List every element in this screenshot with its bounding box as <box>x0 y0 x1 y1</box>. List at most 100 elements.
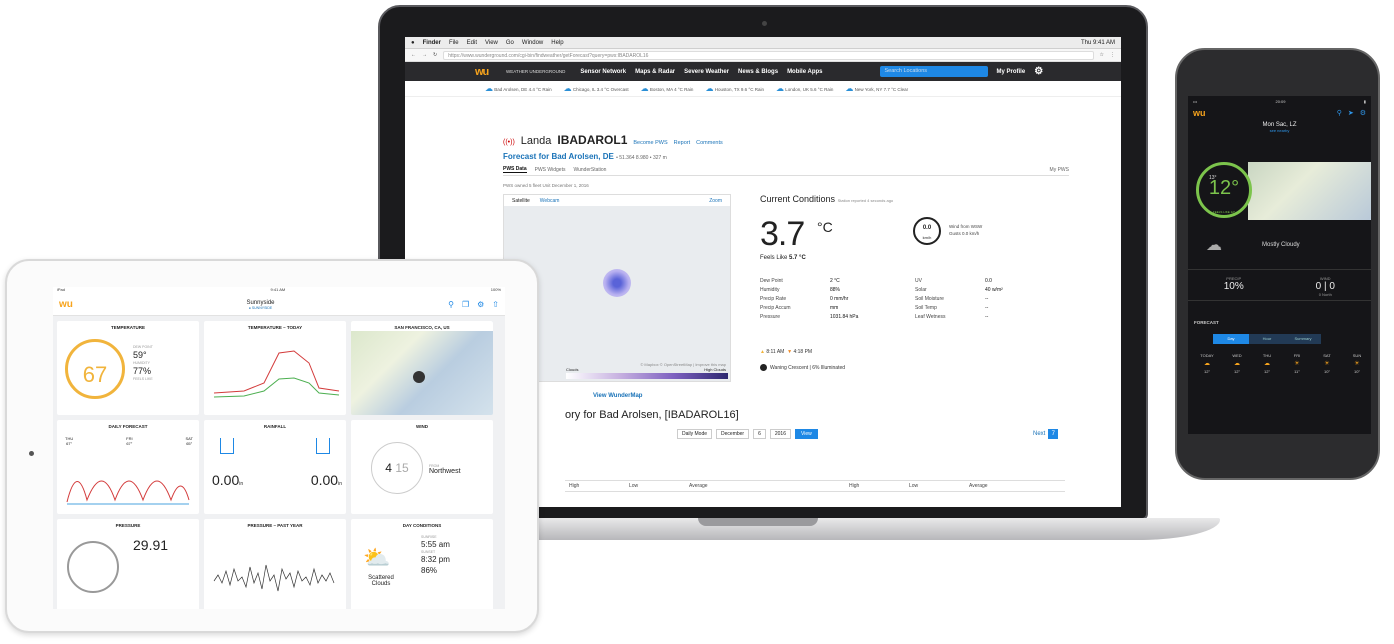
map-zoom-link[interactable]: Zoom <box>709 198 722 204</box>
station-marker[interactable] <box>603 269 631 297</box>
forecast-day[interactable]: SUN ☀ 10° <box>1342 352 1371 376</box>
tab-pws-data[interactable]: PWS Data <box>503 166 527 173</box>
phone-forecast-days: TODAY ☁ 12° WED ☁ 12° THU ☁ 12° FRI ☀ 11° SAT ☀ 10… <box>1192 352 1371 376</box>
forecast-day[interactable]: THU ☁ 12° <box>1252 352 1282 376</box>
next-link[interactable]: Next 7 <box>1033 429 1059 439</box>
city-item[interactable]: ☁ Bad Arolsen, DE 4.4 °C Rain <box>485 84 552 93</box>
menu-file[interactable]: File <box>449 40 459 46</box>
map-tab-webcam[interactable]: Webcam <box>540 198 560 204</box>
temperature-card[interactable]: TEMPERATURE 67 DEW POINT 59° HUMIDITY 77% … <box>57 321 199 415</box>
phone-map[interactable] <box>1248 162 1371 220</box>
report-age: Station reported 4 seconds ago <box>837 198 894 203</box>
city-item[interactable]: ☁ London, UK 5.6 °C Rain <box>776 84 833 93</box>
tab-day[interactable]: Day <box>1213 334 1249 344</box>
tablet-header: wu Sunnyside ● SUNNYSIDE ⚲ ❐ ⚙ ⇧ <box>53 294 505 316</box>
current-conditions-title: Current Conditions Station reported 4 se… <box>760 194 894 204</box>
location-arrow-icon[interactable]: ➤ <box>1348 109 1354 117</box>
pressure-card[interactable]: PRESSURE 29.91 <box>57 519 199 609</box>
pressure-year-card[interactable]: PRESSURE – PAST YEAR <box>204 519 346 609</box>
rainfall-card[interactable]: RAINFALL 0.00in 0.00in <box>204 420 346 514</box>
map-tab-satellite[interactable]: Satellite <box>512 198 530 204</box>
day-select[interactable]: 6 <box>753 429 766 439</box>
forecast-link[interactable]: Forecast for Bad Arolsen, DE • 51.364 8.… <box>503 152 667 161</box>
tab-summary[interactable]: Summary <box>1285 334 1321 344</box>
wu-navbar: wu WEATHER UNDERGROUND Sensor Network Ma… <box>405 62 1121 81</box>
phone-location-sub[interactable]: see nearby <box>1188 128 1371 133</box>
nav-mobile-apps[interactable]: Mobile Apps <box>787 69 822 75</box>
tab-my-pws[interactable]: My PWS <box>1050 167 1069 173</box>
forecast-day[interactable]: FRI ☀ 11° <box>1282 352 1312 376</box>
tab-pws-widgets[interactable]: PWS Widgets <box>535 167 566 173</box>
share-icon[interactable]: ⇧ <box>492 300 499 309</box>
wu-logo-icon[interactable]: wu <box>475 65 497 78</box>
gear-icon[interactable]: ⚙ <box>1034 66 1043 77</box>
menu-dots-icon[interactable]: ⋮ <box>1110 52 1115 58</box>
wind-unit: km/h <box>922 235 932 240</box>
phone-condition: ☁ Mostly Cloudy <box>1188 231 1371 259</box>
nav-severe-weather[interactable]: Severe Weather <box>684 69 729 75</box>
city-item[interactable]: ☁ Chicago, IL 3.4 °C Overcast <box>564 84 629 93</box>
location-icon[interactable]: ⚲ <box>448 300 454 309</box>
reload-icon[interactable]: ↻ <box>433 52 437 58</box>
city-item[interactable]: ☁ New York, NY 7.7 °C Clear <box>845 84 908 93</box>
month-select[interactable]: December <box>716 429 750 439</box>
laptop-notch <box>698 518 818 526</box>
tablet-location[interactable]: Sunnyside ● SUNNYSIDE <box>73 300 448 310</box>
wind-card[interactable]: WIND 4 15 FROM Northwest <box>351 420 493 514</box>
menubar-app[interactable]: Finder <box>423 40 441 46</box>
nav-my-profile[interactable]: My Profile <box>997 69 1026 75</box>
apple-icon[interactable]: ● <box>411 40 415 46</box>
menu-edit[interactable]: Edit <box>467 40 477 46</box>
moon-icon <box>760 364 767 371</box>
address-bar[interactable]: https://www.wunderground.com/cgi-bin/fin… <box>443 50 1094 60</box>
layers-icon[interactable]: ❐ <box>462 300 469 309</box>
day-humidity: 86% <box>421 566 438 575</box>
san-francisco-map-card[interactable]: SAN FRANCISCO, CA, US <box>351 321 493 415</box>
forecast-day[interactable]: TODAY ☁ 12° <box>1192 352 1222 376</box>
settings-icon[interactable]: ⚙ <box>1360 109 1366 117</box>
mode-select[interactable]: Daily Mode <box>677 429 713 439</box>
forecast-day[interactable]: SAT ☀ 10° <box>1312 352 1342 376</box>
rain-gauge-icons <box>220 438 330 454</box>
daily-forecast-card[interactable]: DAILY FORECAST THU 67° FRI 67° SAT 65° <box>57 420 199 514</box>
location-search-input[interactable]: Search Locations <box>879 66 988 77</box>
forward-icon[interactable]: → <box>422 52 427 58</box>
become-pws-link[interactable]: Become PWS <box>633 140 667 146</box>
cloud-icon: ☁ <box>775 84 784 93</box>
nav-maps-radar[interactable]: Maps & Radar <box>635 69 675 75</box>
daily-forecast-sparkline <box>66 480 190 505</box>
city-item[interactable]: ☁ Houston, TX 9.6 °C Rain <box>705 84 764 93</box>
menu-view[interactable]: View <box>485 40 498 46</box>
back-icon[interactable]: ← <box>411 52 416 58</box>
comments-link[interactable]: Comments <box>696 140 723 146</box>
menu-help[interactable]: Help <box>551 40 563 46</box>
day-conditions-card[interactable]: DAY CONDITIONS ⛅ Scattered Clouds SUNRISE… <box>351 519 493 609</box>
home-button[interactable] <box>29 451 34 456</box>
year-select[interactable]: 2016 <box>769 429 791 439</box>
report-link[interactable]: Report <box>674 140 691 146</box>
tab-wunderstation[interactable]: WunderStation <box>573 167 606 173</box>
nav-sensor-network[interactable]: Sensor Network <box>580 69 626 75</box>
star-icon[interactable]: ☆ <box>1100 52 1104 58</box>
forecast-day[interactable]: WED ☁ 12° <box>1222 352 1252 376</box>
page-tabs: PWS Data PWS Widgets WunderStation My PW… <box>503 164 1069 176</box>
menu-window[interactable]: Window <box>522 40 543 46</box>
city-item[interactable]: ☁ Boston, MA 4 °C Rain <box>641 84 694 93</box>
nav-news-blogs[interactable]: News & Blogs <box>738 69 778 75</box>
next-page-number[interactable]: 7 <box>1048 429 1059 439</box>
temperature-today-card[interactable]: TEMPERATURE – TODAY <box>204 321 346 415</box>
cloud-icon: ☁ <box>563 84 572 93</box>
wu-logo-icon[interactable]: wu <box>59 299 73 310</box>
wu-logo-icon[interactable]: wu <box>1193 108 1206 118</box>
view-wundermap-link[interactable]: View WunderMap <box>593 393 642 399</box>
location-pin-icon[interactable] <box>413 371 425 383</box>
phone-location[interactable]: Mon Sac, LZ see nearby <box>1188 122 1371 133</box>
menu-go[interactable]: Go <box>506 40 514 46</box>
tab-hour[interactable]: Hour <box>1249 334 1285 344</box>
search-icon[interactable]: ⚲ <box>1337 109 1342 117</box>
gear-icon[interactable]: ⚙ <box>477 300 484 309</box>
phone-wind: 0 | 0 <box>1315 281 1335 292</box>
day-condition-text: Scattered Clouds <box>368 575 394 587</box>
moon-phase: Waning Crescent | 6% Illuminated <box>760 364 845 371</box>
view-button[interactable]: View <box>795 429 818 439</box>
